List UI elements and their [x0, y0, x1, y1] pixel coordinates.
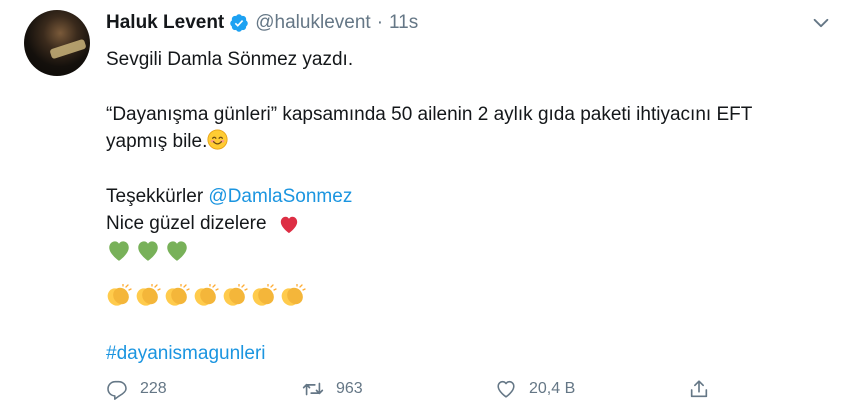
reply-icon — [107, 380, 127, 400]
text-line-3: yapmış bile. — [106, 128, 228, 155]
text-line-1: Sevgili Damla Sönmez yazdı. — [106, 49, 354, 70]
chevron-down-icon[interactable] — [810, 12, 832, 34]
clapping-hands-icon — [194, 284, 219, 306]
thanks-label: Teşekkürler — [106, 186, 209, 207]
wishes-label: Nice güzel dizelere — [106, 213, 267, 234]
clapping-hands-icon — [252, 284, 277, 306]
share-button[interactable] — [688, 378, 722, 400]
clapping-hands-icon — [223, 284, 248, 306]
green-heart-icon — [138, 241, 158, 261]
reply-count: 228 — [140, 380, 167, 397]
red-heart-icon — [280, 216, 297, 234]
tweet-time[interactable]: 11s — [389, 12, 418, 34]
heart-outline-icon — [497, 380, 515, 398]
hashtag-link[interactable]: #dayanismagunleri — [106, 343, 266, 364]
text-line-4: Teşekkürler @DamlaSonmez — [106, 183, 352, 210]
separator-dot: · — [376, 12, 384, 33]
verified-badge-icon — [230, 14, 249, 32]
author-handle[interactable]: @haluklevent — [255, 12, 370, 34]
text-line-3-label: yapmış bile. — [106, 131, 208, 152]
author-name[interactable]: Haluk Levent — [106, 12, 224, 34]
tweet-card: Haluk Levent @haluklevent · 11s Sevgili … — [0, 0, 850, 417]
avatar[interactable] — [24, 10, 90, 76]
clapping-hands-icon — [281, 284, 306, 306]
mention-link[interactable]: @DamlaSonmez — [208, 186, 352, 207]
text-line-hashtag: #dayanismagunleri — [106, 340, 266, 367]
clapping-hands-icon — [107, 284, 132, 306]
clapping-hands-icon — [165, 284, 190, 306]
retweet-button[interactable]: 963 — [302, 378, 363, 400]
reply-button[interactable]: 228 — [106, 378, 167, 400]
clapping-hands-row — [106, 284, 309, 308]
share-icon — [690, 380, 708, 398]
green-heart-icon — [109, 241, 129, 261]
smiling-face-icon — [207, 129, 228, 150]
text-line-2: “Dayanışma günleri” kapsamında 50 aileni… — [106, 104, 753, 125]
green-heart-icon — [167, 241, 187, 261]
green-hearts-row — [106, 238, 193, 262]
like-button[interactable]: 20,4 B — [495, 378, 575, 400]
like-count: 20,4 B — [529, 380, 576, 397]
retweet-count: 963 — [336, 380, 363, 397]
action-bar: 228 963 20,4 B — [106, 378, 726, 406]
clapping-hands-icon — [136, 284, 161, 306]
text-line-5: Nice güzel dizelere — [106, 210, 300, 237]
tweet-header: Haluk Levent @haluklevent · 11s — [106, 11, 418, 35]
retweet-icon — [302, 382, 324, 396]
